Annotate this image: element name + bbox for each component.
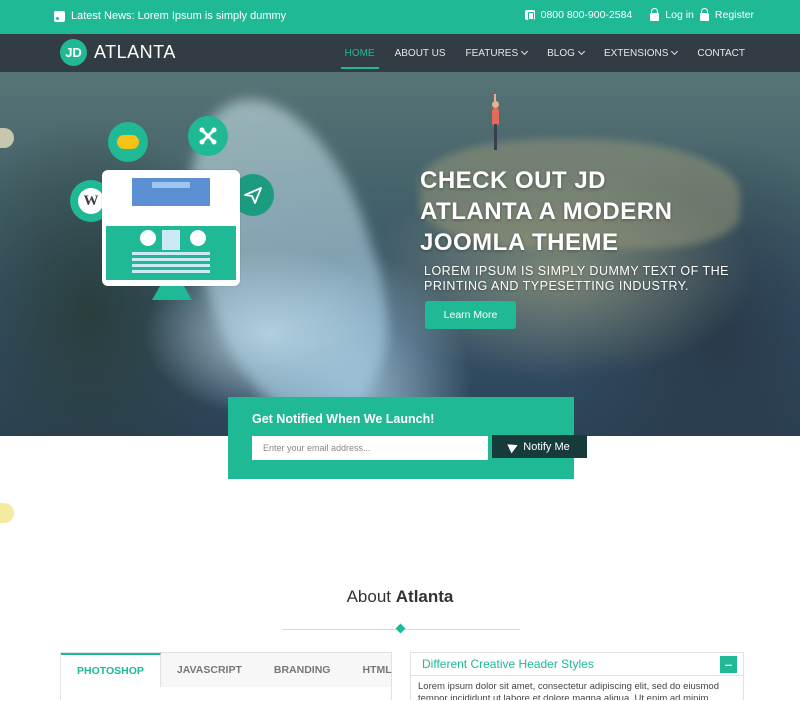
accordion-header[interactable]: Different Creative Header Styles – — [411, 653, 743, 676]
collapse-icon[interactable]: – — [720, 656, 737, 673]
nav-features[interactable]: FEATURES — [466, 42, 529, 65]
cloud-icon — [108, 122, 148, 162]
notify-box: Get Notified When We Launch! Enter your … — [228, 397, 587, 479]
latest-news: Latest News: Lorem Ipsum is simply dummy — [54, 10, 286, 22]
notify-me-button[interactable]: Notify Me — [492, 435, 587, 458]
chevron-down-icon — [671, 47, 679, 56]
tab-panel — [61, 687, 391, 701]
paper-plane-icon — [507, 440, 520, 453]
content-tabs: PHOTOSHOP JAVASCRIPT BRANDING HTML — [60, 652, 392, 701]
nav-blog[interactable]: BLOG — [547, 42, 585, 65]
email-input[interactable]: Enter your email address... — [252, 436, 488, 460]
chevron-down-icon — [521, 47, 529, 56]
rss-icon — [54, 10, 65, 22]
main-menu: HOME ABOUT US FEATURES BLOG EXTENSIONS C… — [340, 34, 745, 72]
divider-diamond-icon — [395, 623, 406, 634]
hero-title: CHECK OUT JD ATLANTA A MODERN JOOMLA THE… — [420, 167, 673, 256]
hero-yoga-figure — [488, 94, 502, 152]
main-navbar: JD ATLANTA HOME ABOUT US FEATURES BLOG E… — [0, 34, 800, 72]
hero-text: CHECK OUT JD ATLANTA A MODERN JOOMLA THE… — [420, 165, 750, 294]
learn-more-button[interactable]: Learn More — [425, 301, 516, 329]
lock-icon — [699, 7, 709, 21]
accordion-body: Lorem ipsum dolor sit amet, consectetur … — [418, 681, 719, 700]
chevron-down-icon — [577, 47, 585, 56]
tab-branding[interactable]: BRANDING — [258, 653, 347, 687]
notify-title: Get Notified When We Launch! — [252, 412, 435, 426]
nav-extensions[interactable]: EXTENSIONS — [604, 42, 679, 65]
nav-about-us[interactable]: ABOUT US — [395, 42, 446, 65]
register-link[interactable]: Register — [715, 9, 754, 21]
latest-news-text: Latest News: Lorem Ipsum is simply dummy — [71, 10, 287, 22]
top-bar: Latest News: Lorem Ipsum is simply dummy… — [0, 0, 800, 34]
top-bar-right: 0800 800-900-2584 Log in Register — [524, 7, 754, 21]
phone-number: 0800 800-900-2584 — [540, 9, 633, 21]
hero-subtitle: Lorem Ipsum is simply dummy text of the … — [424, 264, 729, 293]
tab-photoshop[interactable]: PHOTOSHOP — [61, 653, 161, 687]
about-heading: About Atlanta — [346, 587, 454, 606]
hero-illustration: W — [60, 116, 290, 336]
nav-contact[interactable]: CONTACT — [697, 42, 745, 65]
logo-text: ATLANTA — [94, 42, 176, 62]
tab-html[interactable]: HTML — [346, 653, 407, 687]
nav-home[interactable]: HOME — [340, 42, 379, 69]
joomla-icon — [188, 116, 228, 156]
logo-mark: JD — [60, 39, 87, 66]
monitor-icon — [102, 170, 240, 302]
site-logo[interactable]: JD ATLANTA — [60, 39, 176, 66]
accordion: Different Creative Header Styles – Lorem… — [410, 652, 744, 700]
login-link[interactable]: Log in — [665, 9, 694, 21]
phone-icon — [524, 10, 535, 20]
lock-icon — [650, 7, 660, 21]
tab-javascript[interactable]: JAVASCRIPT — [161, 653, 258, 687]
side-widget-handle[interactable] — [0, 503, 14, 523]
